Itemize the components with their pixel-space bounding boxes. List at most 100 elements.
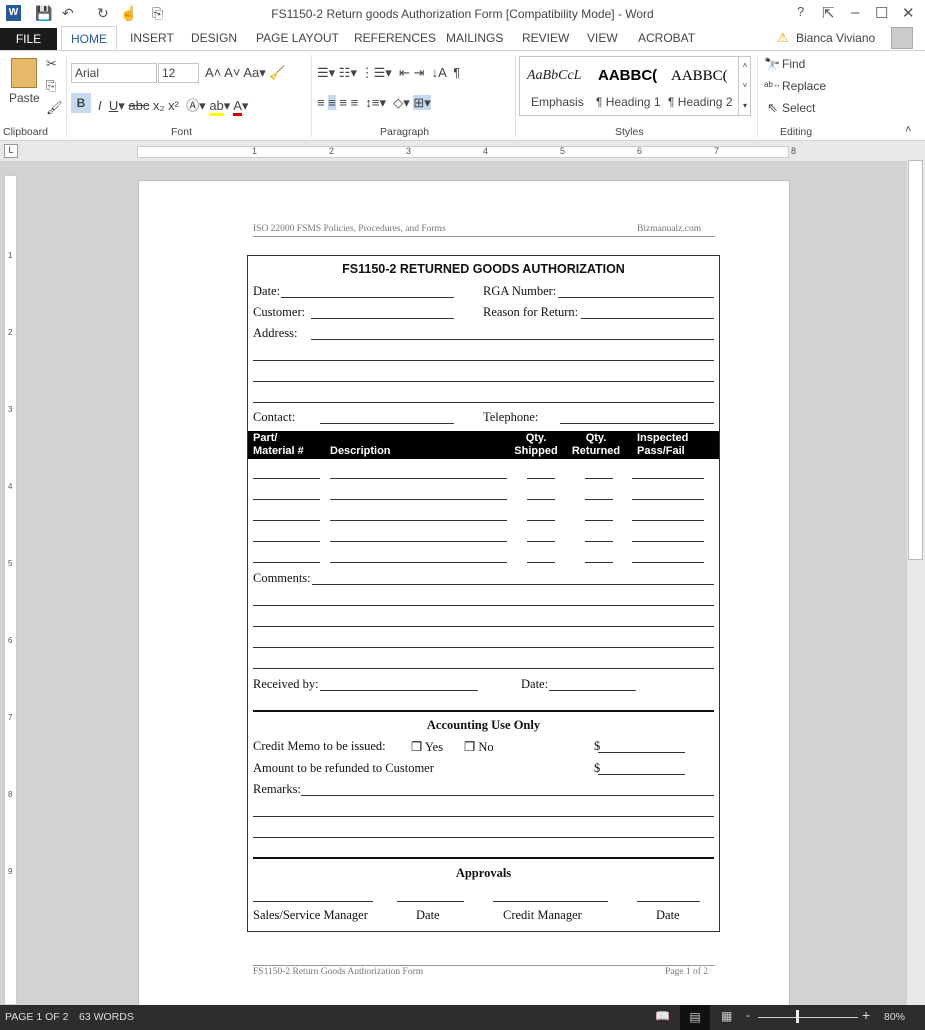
- zoom-in-button[interactable]: +: [862, 1007, 870, 1023]
- style-emphasis[interactable]: Emphasis: [531, 95, 584, 109]
- grow-font-icon[interactable]: A˄ A˅ Aa▾ 🧹: [205, 65, 286, 81]
- form-fill-line[interactable]: [253, 499, 320, 500]
- cut-icon[interactable]: ✂: [46, 56, 57, 72]
- word-count[interactable]: 63 WORDS: [79, 1011, 134, 1023]
- form-fill-line[interactable]: [330, 520, 507, 521]
- tab-review[interactable]: REVIEW: [522, 31, 569, 45]
- form-fill-line[interactable]: [585, 541, 613, 542]
- help-button[interactable]: ?: [797, 4, 804, 19]
- list-icons[interactable]: ☰▾ ☷▾ ⋮☰▾ ⇤ ⇥ ↓A ¶: [317, 65, 460, 81]
- zoom-slider[interactable]: [758, 1017, 858, 1018]
- form-fill-line[interactable]: [585, 499, 613, 500]
- form-fill-line[interactable]: [253, 901, 373, 902]
- form-fill-line[interactable]: [253, 478, 320, 479]
- form-fill-line[interactable]: [320, 423, 454, 424]
- tab-acrobat[interactable]: ACROBAT: [638, 31, 695, 45]
- form-fill-line[interactable]: [253, 381, 714, 382]
- form-fill-line[interactable]: [527, 541, 555, 542]
- font-size-select[interactable]: 12: [158, 63, 199, 83]
- form-fill-line[interactable]: [585, 562, 613, 563]
- read-mode-icon[interactable]: 📖: [655, 1009, 670, 1023]
- form-fill-line[interactable]: [312, 584, 714, 585]
- zoom-level[interactable]: 80%: [884, 1011, 905, 1023]
- no-checkbox[interactable]: ❒ No: [464, 739, 494, 755]
- font-format-icons[interactable]: I U▾ abc x₂ x² Ⓐ▾ ab▾ A▾: [98, 95, 248, 116]
- maximize-button[interactable]: ☐: [875, 4, 888, 22]
- close-button[interactable]: ✕: [902, 4, 915, 22]
- tab-view[interactable]: VIEW: [587, 31, 618, 45]
- tab-file[interactable]: FILE: [0, 28, 57, 50]
- zoom-slider-thumb[interactable]: [795, 1010, 799, 1023]
- form-fill-line[interactable]: [527, 520, 555, 521]
- align-icons[interactable]: ≡ ≡ ≡ ≡ ↕≡▾ ◇▾ ⊞▾: [317, 95, 431, 111]
- paste-button[interactable]: Paste: [9, 91, 40, 105]
- page-count[interactable]: PAGE 1 OF 2: [5, 1011, 68, 1023]
- minimize-button[interactable]: –: [851, 4, 859, 21]
- form-fill-line[interactable]: [330, 541, 507, 542]
- style-emphasis-preview[interactable]: AaBbCcL: [527, 68, 581, 84]
- bold-button[interactable]: B: [71, 93, 91, 113]
- form-fill-line[interactable]: [632, 499, 704, 500]
- tab-home[interactable]: HOME: [61, 26, 117, 51]
- form-fill-line[interactable]: [549, 690, 636, 691]
- yes-checkbox[interactable]: ❒ Yes: [411, 739, 443, 755]
- form-fill-line[interactable]: [581, 318, 714, 319]
- web-layout-icon[interactable]: ▦: [721, 1009, 732, 1023]
- print-layout-icon[interactable]: ▤: [680, 1005, 710, 1030]
- form-fill-line[interactable]: [632, 541, 704, 542]
- form-fill-line[interactable]: [253, 816, 714, 817]
- form-fill-line[interactable]: [253, 837, 714, 838]
- form-fill-line[interactable]: [253, 668, 714, 669]
- find-button[interactable]: Find: [782, 57, 805, 71]
- form-fill-line[interactable]: [598, 752, 685, 753]
- tab-page-layout[interactable]: PAGE LAYOUT: [256, 31, 339, 45]
- avatar[interactable]: [891, 27, 913, 49]
- form-fill-line[interactable]: [527, 562, 555, 563]
- form-fill-line[interactable]: [558, 297, 714, 298]
- form-fill-line[interactable]: [598, 774, 685, 775]
- form-fill-line[interactable]: [330, 478, 507, 479]
- form-fill-line[interactable]: [632, 520, 704, 521]
- form-fill-line[interactable]: [253, 520, 320, 521]
- form-fill-line[interactable]: [632, 562, 704, 563]
- form-fill-line[interactable]: [585, 520, 613, 521]
- form-fill-line[interactable]: [301, 795, 714, 796]
- form-fill-line[interactable]: [253, 541, 320, 542]
- form-fill-line[interactable]: [493, 901, 608, 902]
- format-painter-icon[interactable]: 🖌: [46, 100, 63, 116]
- user-name[interactable]: Bianca Viviano: [796, 31, 875, 45]
- form-fill-line[interactable]: [253, 360, 714, 361]
- tab-insert[interactable]: INSERT: [130, 31, 174, 45]
- style-heading2-preview[interactable]: AABBC(: [671, 68, 728, 85]
- vertical-ruler[interactable]: 1 2 3 4 5 6 7 8 9: [4, 175, 17, 1005]
- tab-mailings[interactable]: MAILINGS: [446, 31, 503, 45]
- form-fill-line[interactable]: [560, 423, 714, 424]
- select-button[interactable]: Select: [782, 101, 815, 115]
- form-fill-line[interactable]: [281, 297, 454, 298]
- ribbon-display-icon[interactable]: ⇱: [822, 4, 835, 22]
- form-fill-line[interactable]: [311, 318, 454, 319]
- form-fill-line[interactable]: [253, 647, 714, 648]
- style-heading1-preview[interactable]: AABBC(: [598, 67, 657, 84]
- form-fill-line[interactable]: [330, 499, 507, 500]
- zoom-out-button[interactable]: -: [746, 1008, 750, 1022]
- form-fill-line[interactable]: [397, 901, 464, 902]
- font-name-select[interactable]: Arial: [71, 63, 157, 83]
- tab-references[interactable]: REFERENCES: [354, 31, 436, 45]
- collapse-ribbon-icon[interactable]: ˄: [905, 124, 911, 136]
- style-heading2[interactable]: ¶ Heading 2: [668, 95, 733, 109]
- horizontal-ruler[interactable]: 1 2 3 4 5 6 7 8: [137, 146, 796, 158]
- styles-scroll[interactable]: ˄ ˅ ▾: [738, 56, 751, 116]
- form-fill-line[interactable]: [637, 901, 700, 902]
- form-fill-line[interactable]: [585, 478, 613, 479]
- scrollbar-thumb[interactable]: [908, 160, 923, 560]
- replace-button[interactable]: Replace: [782, 79, 826, 93]
- form-fill-line[interactable]: [320, 690, 478, 691]
- form-fill-line[interactable]: [253, 562, 320, 563]
- form-fill-line[interactable]: [632, 478, 704, 479]
- copy-icon[interactable]: ⎘: [46, 78, 56, 94]
- form-fill-line[interactable]: [253, 402, 714, 403]
- paste-icon[interactable]: [11, 58, 37, 88]
- form-fill-line[interactable]: [253, 626, 714, 627]
- tab-selector[interactable]: L: [4, 144, 18, 158]
